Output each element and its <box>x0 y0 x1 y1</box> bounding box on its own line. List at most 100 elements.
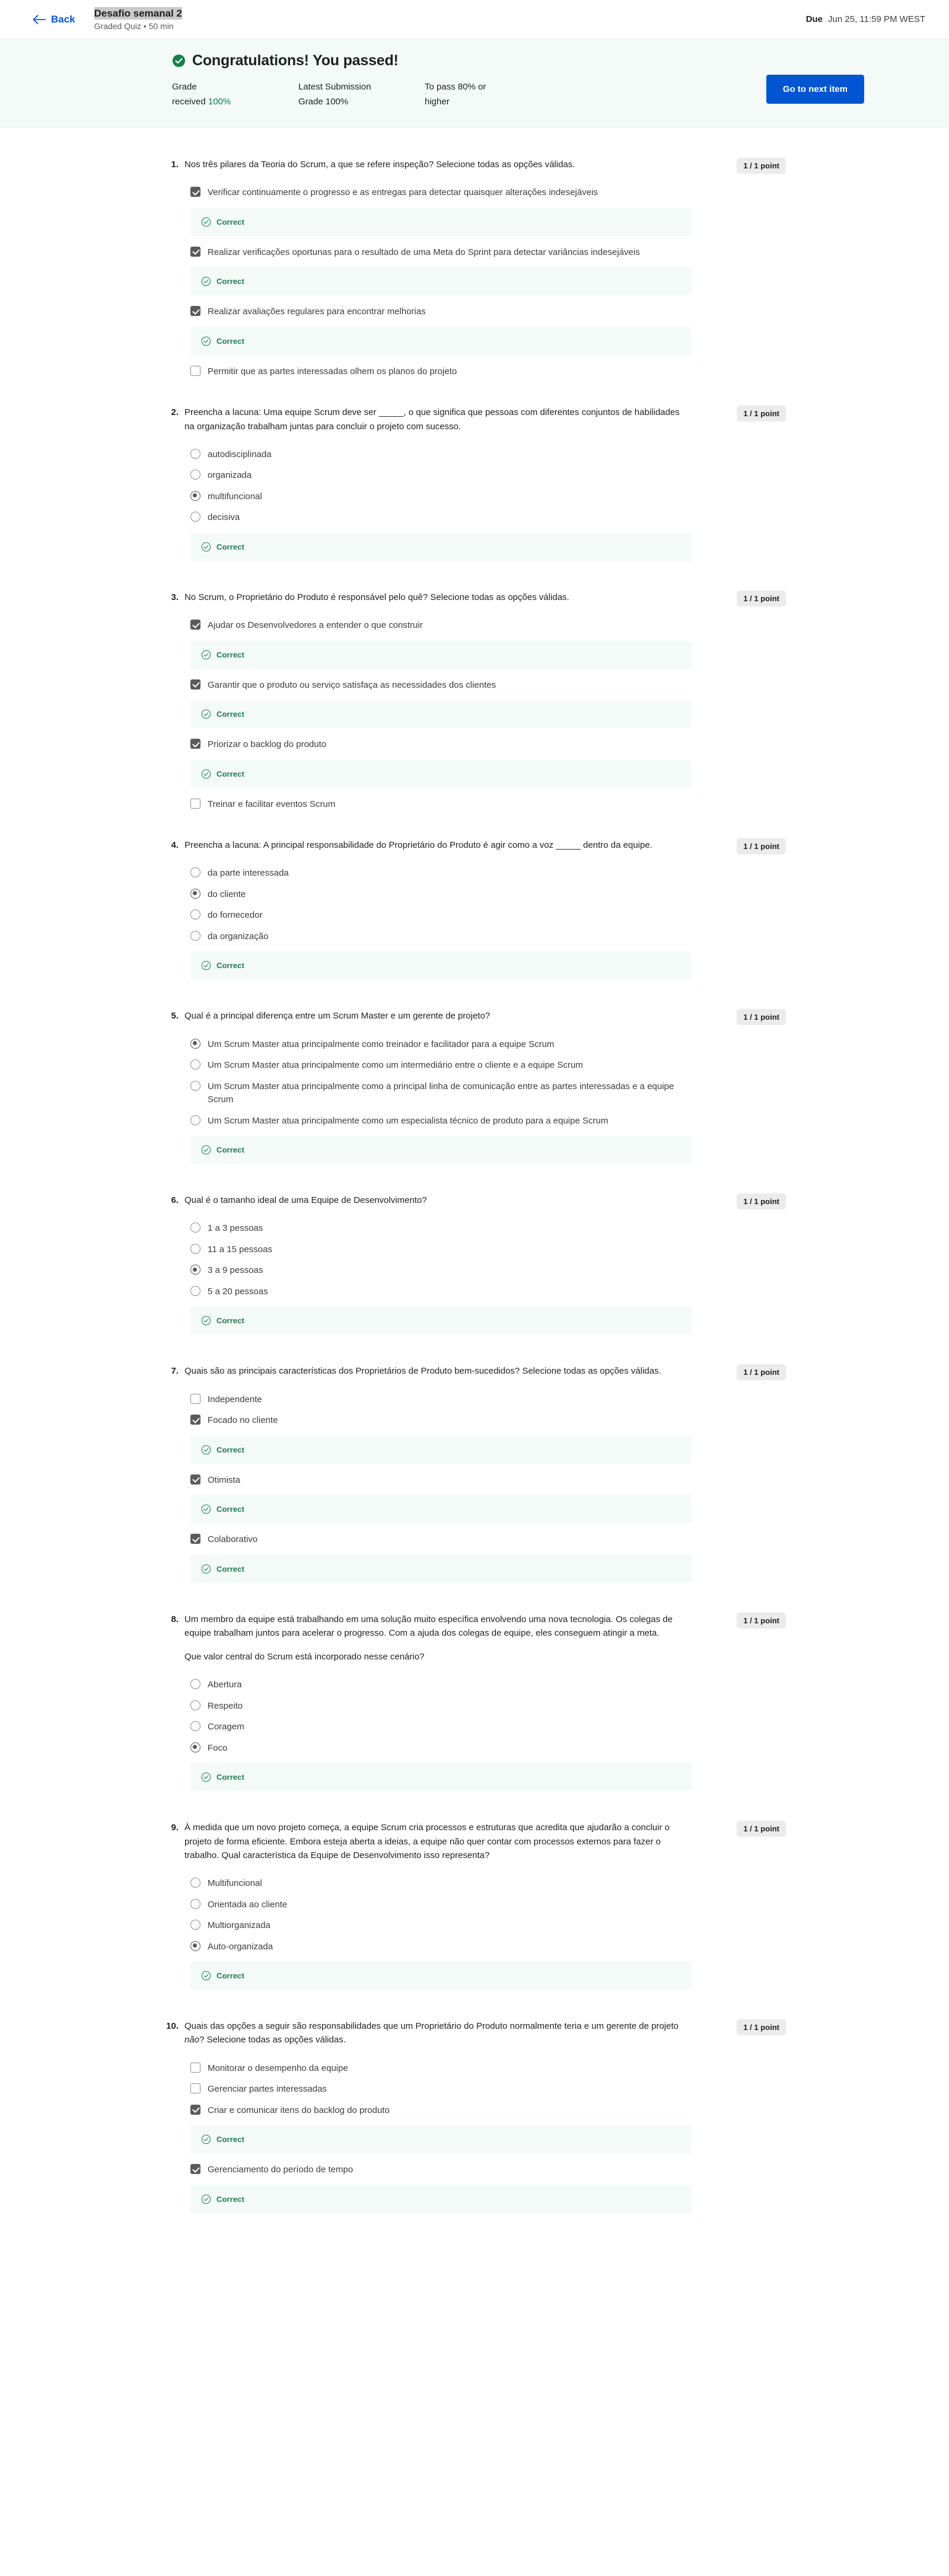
radio-unselected-icon[interactable] <box>190 1080 200 1091</box>
question-paragraph: No Scrum, o Proprietário do Produto é re… <box>184 592 569 602</box>
radio-unselected-icon[interactable] <box>190 1920 200 1930</box>
checkbox-checked-icon[interactable] <box>190 187 200 197</box>
back-button[interactable]: Back <box>33 14 75 25</box>
checkbox-checked-icon[interactable] <box>190 1534 200 1544</box>
question-text: Nos três pilares da Teoria do Scrum, a q… <box>184 158 575 171</box>
answer-option[interactable]: Um Scrum Master atua principalmente como… <box>190 1110 786 1132</box>
answer-option[interactable]: Um Scrum Master atua principalmente como… <box>190 1076 786 1110</box>
answer-option[interactable]: Garantir que o produto ou serviço satisf… <box>190 675 786 696</box>
answer-option[interactable]: Treinar e facilitar eventos Scrum <box>190 794 786 815</box>
answer-feedback: Correct <box>190 267 692 296</box>
answer-option[interactable]: do fornecedor <box>190 905 786 926</box>
answer-option[interactable]: Multifuncional <box>190 1873 786 1894</box>
radio-unselected-icon[interactable] <box>190 1243 200 1254</box>
answer-option[interactable]: Um Scrum Master atua principalmente como… <box>190 1055 786 1076</box>
radio-unselected-icon[interactable] <box>190 1898 200 1909</box>
feedback-label: Correct <box>216 961 244 971</box>
radio-selected-icon[interactable] <box>190 1038 200 1049</box>
answer-option-label: Um Scrum Master atua principalmente como… <box>208 1039 555 1049</box>
answer-option[interactable]: Independente <box>190 1389 786 1410</box>
checkbox-unchecked-icon[interactable] <box>190 2062 200 2073</box>
radio-selected-icon[interactable] <box>190 1940 200 1951</box>
answer-option[interactable]: Foco <box>190 1738 786 1759</box>
answer-feedback: Correct <box>190 1435 692 1464</box>
checkbox-checked-icon[interactable] <box>190 306 200 317</box>
points-badge: 1 / 1 point <box>737 1364 786 1381</box>
radio-unselected-icon[interactable] <box>190 867 200 878</box>
answer-option[interactable]: multifuncional <box>190 486 786 507</box>
answer-option[interactable]: 5 a 20 pessoas <box>190 1281 786 1303</box>
answer-feedback: Correct <box>190 759 692 788</box>
answer-option[interactable]: Coragem <box>190 1716 786 1738</box>
checkbox-checked-icon[interactable] <box>190 739 200 749</box>
answer-option[interactable]: 3 a 9 pessoas <box>190 1260 786 1281</box>
radio-unselected-icon[interactable] <box>190 448 200 459</box>
answer-option[interactable]: Um Scrum Master atua principalmente como… <box>190 1034 786 1055</box>
checkbox-checked-icon[interactable] <box>190 1415 200 1425</box>
answer-option[interactable]: Otimista <box>190 1470 786 1491</box>
answer-option[interactable]: organizada <box>190 465 786 486</box>
radio-selected-icon[interactable] <box>190 888 200 899</box>
radio-unselected-icon[interactable] <box>190 1222 200 1233</box>
quiz-question: 1. Nos três pilares da Teoria do Scrum, a… <box>163 158 786 406</box>
answer-option[interactable]: Respeito <box>190 1696 786 1717</box>
radio-unselected-icon[interactable] <box>190 1679 200 1690</box>
answer-option[interactable]: Criar e comunicar itens do backlog do pr… <box>190 2100 786 2121</box>
answer-option[interactable]: Gerenciamento do período de tempo <box>190 2159 786 2181</box>
checkbox-checked-icon[interactable] <box>190 679 200 690</box>
answer-feedback: Correct <box>190 1307 692 1335</box>
answer-option[interactable]: Colaborativo <box>190 1529 786 1550</box>
checkbox-checked-icon[interactable] <box>190 2164 200 2174</box>
answer-option[interactable]: Abertura <box>190 1674 786 1696</box>
answer-option[interactable]: 11 a 15 pessoas <box>190 1239 786 1260</box>
questions-list: 1. Nos três pilares da Teoria do Scrum, a… <box>0 128 949 2267</box>
radio-selected-icon[interactable] <box>190 1742 200 1753</box>
radio-unselected-icon[interactable] <box>190 1878 200 1888</box>
answer-option[interactable]: decisiva <box>190 507 786 528</box>
checkbox-unchecked-icon[interactable] <box>190 2083 200 2093</box>
radio-unselected-icon[interactable] <box>190 1721 200 1732</box>
checkbox-checked-icon[interactable] <box>190 620 200 630</box>
answer-option[interactable]: Focado no cliente <box>190 1410 786 1431</box>
answer-feedback: Correct <box>190 700 692 728</box>
radio-unselected-icon[interactable] <box>190 1700 200 1710</box>
answer-option-label: organizada <box>208 470 252 481</box>
answer-option[interactable]: Ajudar os Desenvolvedores a entender o q… <box>190 615 786 636</box>
checkbox-unchecked-icon[interactable] <box>190 365 200 376</box>
radio-unselected-icon[interactable] <box>190 1115 200 1125</box>
radio-unselected-icon[interactable] <box>190 1059 200 1070</box>
radio-selected-icon[interactable] <box>190 490 200 501</box>
checkbox-checked-icon[interactable] <box>190 2104 200 2115</box>
answer-option[interactable]: 1 a 3 pessoas <box>190 1218 786 1239</box>
radio-unselected-icon[interactable] <box>190 470 200 480</box>
answer-option[interactable]: autodisciplinada <box>190 444 786 465</box>
answer-option[interactable]: Monitorar o desempenho da equipe <box>190 2058 786 2079</box>
quiz-question: 7. Quais são as principais característica… <box>163 1364 786 1612</box>
radio-unselected-icon[interactable] <box>190 909 200 920</box>
checkbox-checked-icon[interactable] <box>190 246 200 257</box>
answer-option[interactable]: da parte interessada <box>190 863 786 884</box>
radio-unselected-icon[interactable] <box>190 1285 200 1296</box>
answer-option[interactable]: Gerenciar partes interessadas <box>190 2079 786 2100</box>
go-to-next-item-button[interactable]: Go to next item <box>766 75 864 104</box>
answer-option[interactable]: Realizar avaliações regulares para encon… <box>190 301 786 323</box>
answer-option[interactable]: Auto-organizada <box>190 1936 786 1958</box>
answer-option[interactable]: Verificar continuamente o progresso e as… <box>190 182 786 203</box>
answer-option[interactable]: da organização <box>190 926 786 947</box>
quiz-question: 9. À medida que um novo projeto começa, a… <box>163 1821 786 2019</box>
radio-unselected-icon[interactable] <box>190 512 200 522</box>
checkbox-unchecked-icon[interactable] <box>190 798 200 809</box>
answer-option[interactable]: Permitir que as partes interessadas olhe… <box>190 361 786 382</box>
answer-option[interactable]: Multiorganizada <box>190 1915 786 1936</box>
radio-unselected-icon[interactable] <box>190 930 200 941</box>
feedback-label: Correct <box>216 1564 244 1573</box>
answer-option[interactable]: Orientada ao cliente <box>190 1894 786 1916</box>
radio-selected-icon[interactable] <box>190 1265 200 1275</box>
answer-option[interactable]: Realizar verificações oportunas para o r… <box>190 242 786 263</box>
checkbox-unchecked-icon[interactable] <box>190 1393 200 1404</box>
answer-option-label: Garantir que o produto ou serviço satisf… <box>208 679 496 690</box>
question-text: No Scrum, o Proprietário do Produto é re… <box>184 590 569 604</box>
answer-option[interactable]: Priorizar o backlog do produto <box>190 734 786 755</box>
answer-option[interactable]: do cliente <box>190 884 786 905</box>
checkbox-checked-icon[interactable] <box>190 1474 200 1485</box>
